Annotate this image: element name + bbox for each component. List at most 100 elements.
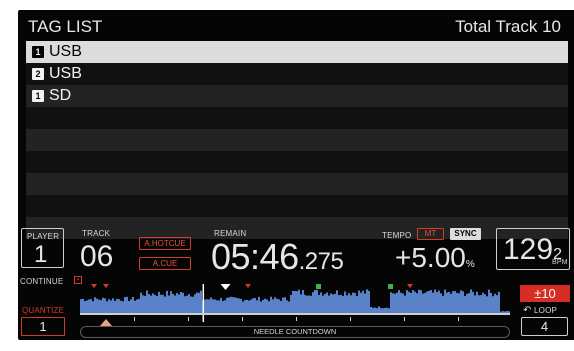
memory-point-marker-icon	[388, 284, 393, 289]
waveform-bar	[264, 298, 266, 314]
waveform-bar	[104, 298, 106, 314]
waveform-bar	[410, 292, 412, 314]
waveform-bar	[226, 297, 228, 314]
waveform-bar	[430, 290, 432, 314]
overview-waveform[interactable]	[80, 284, 510, 322]
waveform-bar	[224, 300, 226, 314]
waveform-bar	[448, 291, 450, 314]
tag-list-row[interactable]	[26, 173, 568, 195]
waveform-bar	[136, 299, 138, 314]
waveform-bar	[258, 296, 260, 314]
waveform-tick	[458, 317, 459, 321]
waveform-bar	[302, 290, 304, 314]
waveform-bar	[86, 300, 88, 314]
remain-time: 05:46.275	[211, 236, 344, 278]
tag-list-row[interactable]	[26, 129, 568, 151]
remain-time-ms: .275	[298, 248, 344, 275]
waveform-tick	[188, 317, 189, 321]
needle-countdown-bar[interactable]: NEEDLE COUNTDOWN	[80, 326, 510, 338]
waveform-bar	[156, 296, 158, 314]
waveform-bar	[340, 294, 342, 314]
waveform-bar	[306, 295, 308, 314]
waveform-bar	[154, 294, 156, 314]
waveform-bar	[158, 291, 160, 314]
tag-list-row[interactable]: 2 USB	[26, 63, 568, 85]
tag-list-row-label: SD	[49, 87, 72, 104]
waveform-bar	[492, 296, 494, 314]
waveform-bar	[310, 295, 312, 314]
tag-list-row[interactable]: 1 USB	[26, 41, 568, 63]
waveform-bar	[472, 291, 474, 314]
waveform-bar	[318, 294, 320, 314]
waveform-bar	[112, 298, 114, 314]
waveform-bar	[212, 299, 214, 314]
waveform-bar	[254, 297, 256, 314]
waveform-bar	[214, 299, 216, 314]
waveform-bar	[236, 297, 238, 314]
waveform-bar	[248, 300, 250, 314]
bpm-integer: 129	[503, 233, 554, 266]
waveform-bar	[320, 292, 322, 314]
waveform-bar	[130, 299, 132, 314]
tag-list-row-label: USB	[49, 43, 82, 60]
waveform-bar	[98, 299, 100, 314]
waveform-bar	[304, 294, 306, 314]
waveform-bar	[284, 297, 286, 314]
waveform-bar	[422, 293, 424, 314]
waveform-baseline	[80, 313, 510, 315]
waveform-bar	[336, 290, 338, 314]
waveform-bar	[404, 295, 406, 314]
waveform-bar	[444, 289, 446, 314]
waveform-bar	[356, 295, 358, 314]
waveform-bar	[118, 299, 120, 314]
tempo-label: TEMPO	[382, 231, 412, 240]
waveform-bar	[100, 300, 102, 314]
waveform-bar	[218, 300, 220, 314]
waveform-bar	[286, 300, 288, 314]
waveform-bar	[276, 298, 278, 314]
tempo-value: +5.00%	[395, 242, 475, 274]
memory-point-marker-icon	[316, 284, 321, 289]
master-tempo-indicator: MT	[417, 228, 444, 240]
tag-list-row[interactable]	[26, 195, 568, 217]
waveform-bar	[162, 294, 164, 314]
waveform-bar	[108, 299, 110, 314]
waveform-bar	[488, 289, 490, 314]
waveform-bar	[294, 290, 296, 314]
waveform-bar	[480, 295, 482, 314]
loop-label: ↶ LOOP	[523, 305, 557, 316]
player-number: 1	[34, 241, 48, 268]
waveform-bar	[348, 293, 350, 314]
remain-time-main: 05:46	[211, 236, 299, 277]
waveform-bar	[262, 299, 264, 314]
media-slot-badge-icon: 2	[32, 68, 44, 80]
waveform-bar	[190, 296, 192, 314]
waveform-bar	[332, 294, 334, 314]
loop-label-text: LOOP	[534, 306, 558, 315]
waveform-bar	[216, 300, 218, 314]
tag-list-row[interactable]	[26, 151, 568, 173]
tag-list-row[interactable]: 1 SD	[26, 85, 568, 107]
waveform-bar	[362, 290, 364, 314]
tag-list-row[interactable]	[26, 107, 568, 129]
waveform-tick	[134, 317, 135, 321]
loop-value: 4	[521, 317, 568, 336]
waveform-bar	[146, 290, 148, 314]
quantize-value: 1	[21, 317, 65, 336]
total-track-count: Total Track 10	[455, 17, 561, 36]
waveform-bar	[366, 289, 368, 314]
waveform-bar	[90, 299, 92, 314]
track-label: TRACK	[82, 229, 111, 238]
waveform-bar	[352, 292, 354, 314]
waveform-bar	[398, 290, 400, 314]
waveform-bar	[464, 296, 466, 314]
waveform-bar	[228, 297, 230, 314]
waveform-bar	[144, 295, 146, 314]
waveform-bar	[210, 297, 212, 314]
waveform-bar	[240, 298, 242, 314]
track-number: 06	[80, 240, 114, 273]
waveform-bar	[126, 296, 128, 314]
waveform-bar	[166, 290, 168, 314]
waveform-bar	[490, 292, 492, 314]
waveform-bar	[368, 290, 370, 314]
